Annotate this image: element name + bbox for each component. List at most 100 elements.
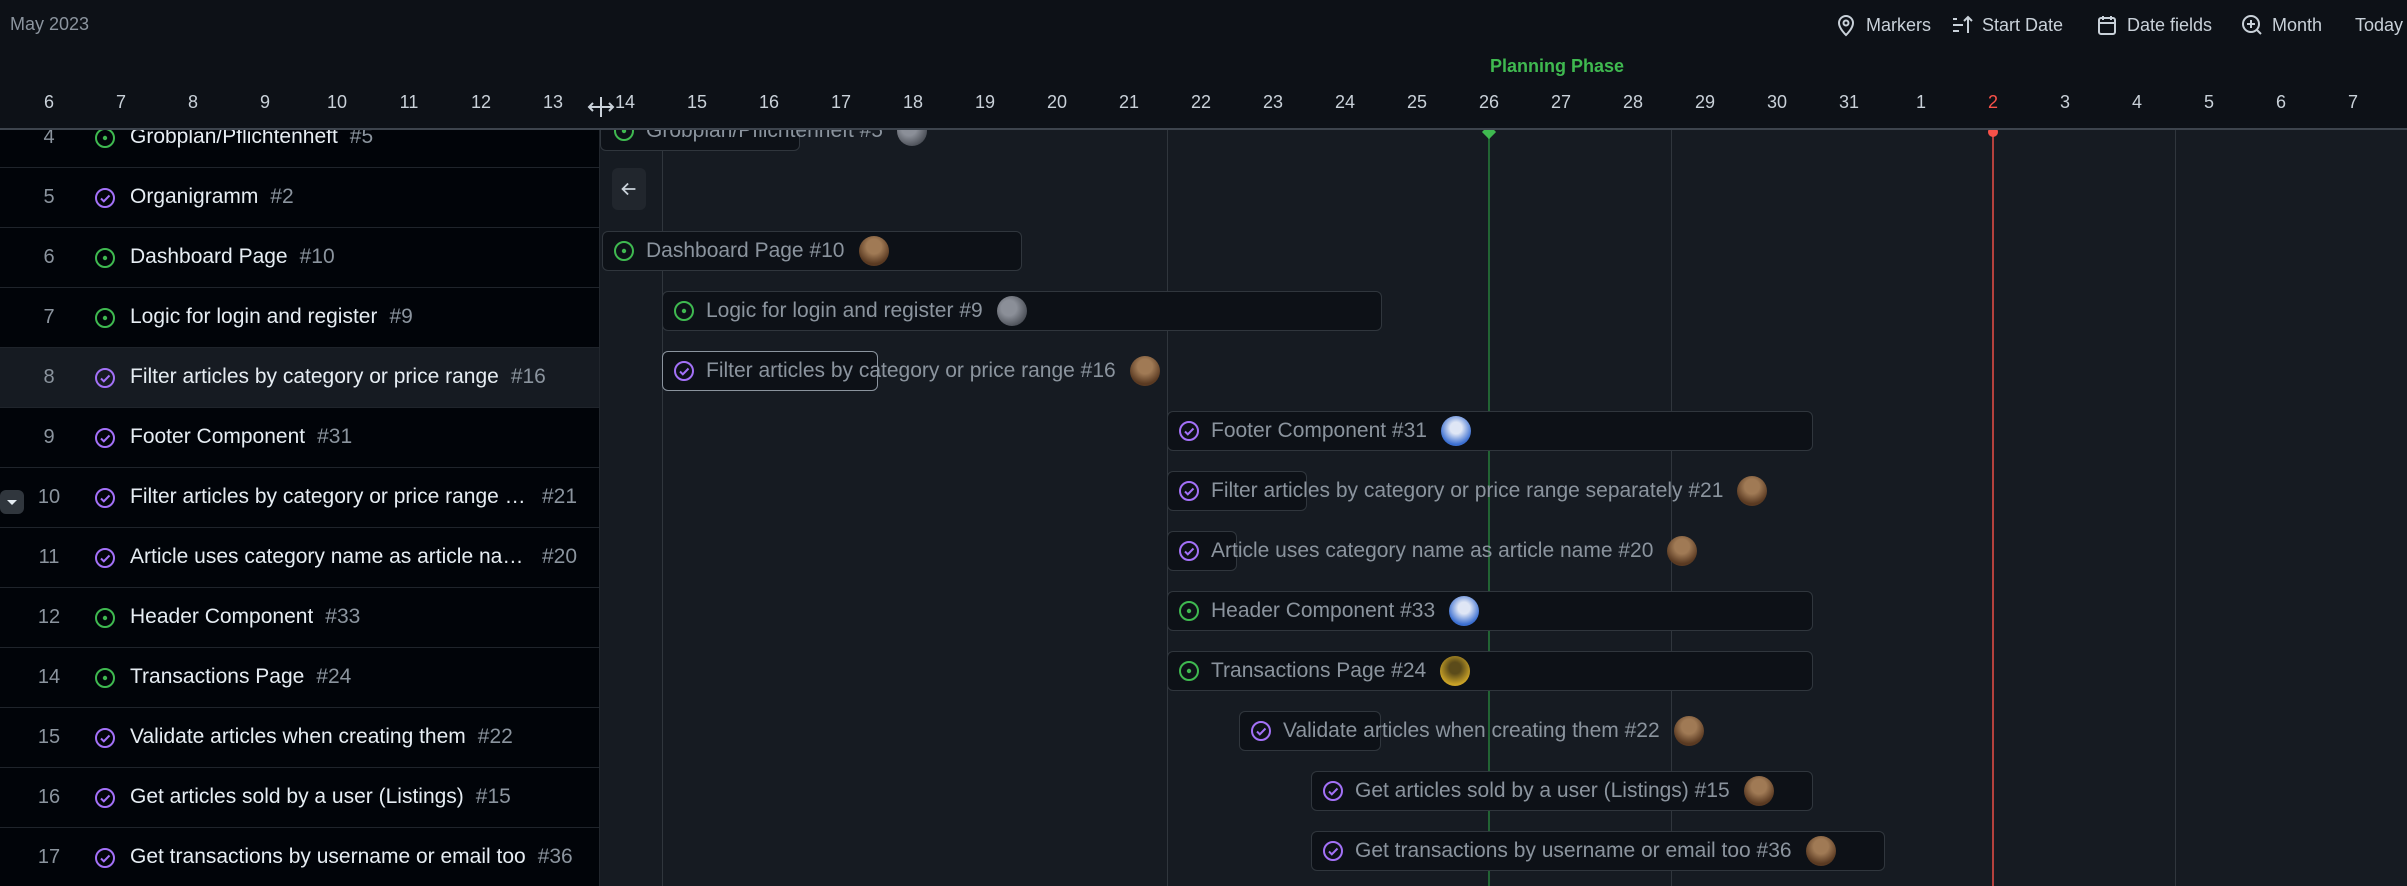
timeline-bar-label[interactable]: Header Component #33: [1177, 591, 1480, 631]
bar-title: Footer Component #31: [1211, 419, 1427, 442]
issue-row[interactable]: 9 Footer Component #31: [0, 408, 599, 468]
issue-title-link[interactable]: Header Component #33: [130, 605, 360, 629]
issue-open-icon: [95, 248, 115, 268]
row-number: 14: [37, 666, 61, 688]
day-label: 29: [1694, 92, 1716, 112]
issue-title-link[interactable]: Organigramm #2: [130, 185, 294, 209]
timeline-bar-label[interactable]: Filter articles by category or price ran…: [672, 351, 1160, 391]
issue-closed-icon: [1323, 841, 1343, 861]
issue-title-link[interactable]: Transactions Page #24: [130, 665, 351, 689]
issue-title-link[interactable]: Filter articles by category or price ran…: [130, 485, 577, 509]
issue-number: #10: [299, 245, 335, 268]
issue-number: #22: [477, 725, 513, 748]
row-number: 5: [43, 186, 55, 208]
issue-open-icon: [95, 308, 115, 328]
timeline-bar-label[interactable]: Validate articles when creating them #22: [1249, 711, 1704, 751]
bar-title: Header Component #33: [1211, 599, 1436, 622]
assignee-avatar[interactable]: [1667, 536, 1698, 566]
row-number: 7: [43, 306, 55, 328]
issue-title-link[interactable]: Dashboard Page #10: [130, 245, 335, 269]
timeline-bar-label[interactable]: Logic for login and register #9: [672, 291, 1027, 331]
timeline-bar-label[interactable]: Get articles sold by a user (Listings) #…: [1321, 771, 1774, 811]
timeline-bar-label[interactable]: Article uses category name as article na…: [1177, 531, 1698, 571]
issue-title-link[interactable]: Article uses category name as article na…: [130, 545, 577, 569]
scroll-to-item-button[interactable]: [612, 168, 646, 210]
markers-button[interactable]: Markers: [1834, 12, 1931, 38]
assignee-avatar[interactable]: [1440, 656, 1471, 686]
issue-row[interactable]: 11 Article uses category name as article …: [0, 528, 599, 588]
timeline-bar-label[interactable]: Get transactions by username or email to…: [1321, 831, 1836, 871]
day-label: 24: [1334, 92, 1356, 112]
issue-title: Dashboard Page: [130, 245, 288, 268]
today-line: [1992, 130, 1994, 886]
today-button[interactable]: Today: [2355, 12, 2403, 38]
row-number: 12: [37, 606, 61, 628]
issue-title-link[interactable]: Validate articles when creating them #22: [130, 725, 513, 749]
day-label: 22: [1190, 92, 1212, 112]
issue-row[interactable]: 15 Validate articles when creating them #2…: [0, 708, 599, 768]
issue-row[interactable]: 16 Get articles sold by a user (Listings)…: [0, 768, 599, 828]
row-options-button[interactable]: [0, 490, 24, 514]
day-label: 9: [259, 92, 270, 112]
day-label: 5: [2203, 92, 2214, 112]
issue-status: [93, 546, 117, 570]
issue-title: Grobplan/Pflichtenheft: [130, 130, 338, 148]
issue-row[interactable]: 10 Filter articles by category or price r…: [0, 468, 599, 528]
zoom-button[interactable]: Month: [2240, 12, 2322, 38]
timeline-bar-label[interactable]: Filter articles by category or price ran…: [1177, 471, 1768, 511]
assignee-avatar[interactable]: [897, 130, 927, 146]
day-label: 11: [399, 92, 419, 112]
caret-down-icon: [7, 500, 17, 505]
calendar-icon: [2098, 16, 2116, 35]
resize-horizontal-icon: [587, 97, 615, 117]
issue-status: [93, 246, 117, 270]
timeline-bar-label[interactable]: Footer Component #31: [1177, 411, 1471, 451]
issue-title-link[interactable]: Grobplan/Pflichtenheft #5: [130, 130, 373, 149]
day-label: 16: [758, 92, 780, 112]
issue-row[interactable]: 12 Header Component #33: [0, 588, 599, 648]
assignee-avatar[interactable]: [1673, 716, 1704, 746]
day-label: 8: [187, 92, 198, 112]
timeline-bar-label[interactable]: Grobplan/Pflichtenheft #5: [612, 130, 927, 151]
issue-number: #9: [389, 305, 413, 328]
assignee-avatar[interactable]: [1449, 596, 1480, 626]
day-label: 6: [2275, 92, 2286, 112]
assignee-avatar[interactable]: [858, 236, 889, 266]
issue-row[interactable]: 14 Transactions Page #24: [0, 648, 599, 708]
issue-closed-icon: [95, 488, 115, 508]
issue-row[interactable]: 7 Logic for login and register #9: [0, 288, 599, 348]
issue-title-link[interactable]: Filter articles by category or price ran…: [130, 365, 546, 389]
issue-row[interactable]: 6 Dashboard Page #10: [0, 228, 599, 288]
issue-title: Filter articles by category or price ran…: [130, 485, 530, 508]
day-label: 7: [2347, 92, 2358, 112]
sort-ascending-icon: [1953, 15, 1973, 33]
column-resize-handle[interactable]: [587, 94, 615, 120]
assignee-avatar[interactable]: [1743, 776, 1774, 806]
day-label: 23: [1262, 92, 1284, 112]
issue-row[interactable]: 4 Grobplan/Pflichtenheft #5: [0, 130, 599, 168]
issue-row[interactable]: 17 Get transactions by username or email …: [0, 828, 599, 886]
timeline-bar-label[interactable]: Transactions Page #24: [1177, 651, 1471, 691]
issue-closed-icon: [95, 188, 115, 208]
issue-title-link[interactable]: Footer Component #31: [130, 425, 352, 449]
issue-title-link[interactable]: Get articles sold by a user (Listings) #1…: [130, 785, 511, 809]
bar-title: Get articles sold by a user (Listings) #…: [1355, 779, 1730, 802]
assignee-avatar[interactable]: [1805, 836, 1836, 866]
issue-row[interactable]: 8 Filter articles by category or price ra…: [0, 348, 599, 408]
timeline-bar-label[interactable]: Dashboard Page #10: [612, 231, 889, 271]
assignee-avatar[interactable]: [1129, 356, 1160, 386]
date-scale: Planning Phase 6 7 8 9 10 11 12 13 14 15 16 17 18 19 2…: [0, 52, 2407, 128]
issue-title-link[interactable]: Get transactions by username or email to…: [130, 845, 573, 869]
planning-phase-diamond[interactable]: [1481, 130, 1497, 140]
assignee-avatar[interactable]: [996, 296, 1027, 326]
sort-button[interactable]: Start Date: [1950, 12, 2063, 38]
issue-row[interactable]: 5 Organigramm #2: [0, 168, 599, 228]
row-number: 15: [37, 726, 61, 748]
issue-closed-icon: [1323, 781, 1343, 801]
assignee-avatar[interactable]: [1737, 476, 1768, 506]
issue-status: [93, 846, 117, 870]
date-fields-button[interactable]: Date fields: [2095, 12, 2212, 38]
issue-title-link[interactable]: Logic for login and register #9: [130, 305, 413, 329]
assignee-avatar[interactable]: [1440, 416, 1471, 446]
issue-title: Article uses category name as article na…: [130, 545, 530, 568]
